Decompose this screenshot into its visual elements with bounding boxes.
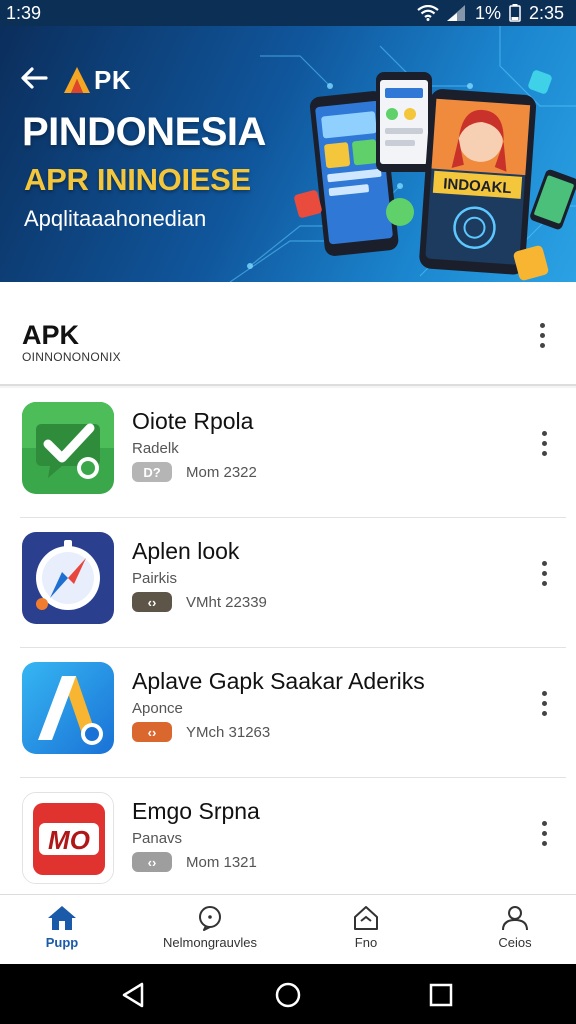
- status-time-right: 2:35: [528, 2, 564, 23]
- nav-tab-ceios[interactable]: Ceios: [450, 905, 576, 961]
- app-more-menu-icon[interactable]: [532, 556, 556, 590]
- app-meta: YMch 31263: [186, 724, 271, 741]
- section-subtitle: OINNONONONIX: [22, 350, 121, 364]
- nav-label: Nelmongrauvles: [163, 935, 257, 950]
- app-list-item[interactable]: Oiote Rpola Radelk D? Mom 2322: [0, 388, 576, 518]
- app-more-menu-icon[interactable]: [532, 686, 556, 720]
- compass-icon: [22, 532, 114, 624]
- app-list: Oiote Rpola Radelk D? Mom 2322 Aplen loo…: [0, 388, 576, 894]
- signal-icon: [446, 5, 465, 21]
- app-meta: Mom 2322: [186, 464, 257, 481]
- app-name: Aplave Gapk Saakar Aderiks: [132, 668, 425, 694]
- check-chat-icon: [22, 402, 114, 494]
- banner-title: PINDONESIA: [22, 110, 266, 154]
- svg-text:MO: MO: [48, 825, 90, 855]
- app-more-menu-icon[interactable]: [532, 816, 556, 850]
- section-header: APK OINNONONONIX: [0, 282, 576, 386]
- app-developer: Pairkis: [132, 570, 178, 587]
- nav-tab-pupp[interactable]: Pupp: [0, 905, 127, 961]
- app-name: Aplen look: [132, 538, 240, 564]
- system-home-icon[interactable]: [273, 980, 303, 1010]
- app-name: Oiote Rpola: [132, 408, 254, 434]
- app-list-item[interactable]: MO Emgo Srpna Panavs ‹› Mom 1321: [0, 778, 576, 908]
- nav-label: Fno: [354, 935, 378, 950]
- phones-illustration: INDOAKL: [294, 70, 576, 281]
- bottom-navigation: Pupp Nelmongrauvles Fno Ceios: [0, 894, 576, 964]
- app-developer: Panavs: [132, 830, 183, 847]
- battery-icon: [509, 4, 521, 22]
- app-name: Emgo Srpna: [132, 798, 260, 824]
- app-developer: Aponce: [132, 700, 183, 717]
- app-badge: ‹›: [132, 592, 172, 612]
- status-indicators: 1% 2:35: [417, 3, 564, 24]
- app-developer: Radelk: [132, 440, 179, 457]
- app-meta: Mom 1321: [186, 854, 257, 871]
- nav-tab-messages[interactable]: Nelmongrauvles: [145, 905, 275, 961]
- wifi-icon: [417, 5, 439, 21]
- brand-logo: PK: [62, 64, 131, 96]
- nav-tab-fno[interactable]: Fno: [301, 905, 431, 961]
- letter-a-icon: [22, 662, 114, 754]
- logo-a-icon: [64, 67, 90, 93]
- app-meta: VMht 22339: [186, 594, 267, 611]
- logo-text: PK: [94, 64, 132, 95]
- app-badge: ‹›: [132, 722, 172, 742]
- nav-label: Ceios: [498, 935, 532, 950]
- section-title: APK: [22, 320, 80, 350]
- banner-subtitle: APR ININOIESE: [24, 162, 251, 197]
- battery-percent: 1%: [474, 2, 501, 23]
- app-badge: ‹›: [132, 852, 172, 872]
- back-arrow-icon[interactable]: [18, 62, 50, 94]
- nav-label: Pupp: [45, 935, 79, 950]
- house-outline-icon: [354, 906, 378, 930]
- person-icon: [502, 906, 528, 931]
- home-icon: [48, 906, 76, 930]
- status-bar: 1:39 1% 2:35: [0, 0, 576, 26]
- app-list-item[interactable]: Aplave Gapk Saakar Aderiks Aponce ‹› YMc…: [0, 648, 576, 778]
- system-navigation-bar: [0, 964, 576, 1024]
- status-time-left: 1:39: [6, 2, 42, 23]
- app-more-menu-icon[interactable]: [532, 426, 556, 460]
- banner-caption: Apqlitaaahonedian: [24, 206, 207, 231]
- section-more-menu-icon[interactable]: [530, 318, 554, 352]
- app-badge: D?: [132, 462, 172, 482]
- app-screen: 1:39 1% 2:35 PK PINDONESIA APR ININOIESE…: [0, 0, 576, 1024]
- mo-logo-icon: MO: [22, 792, 114, 884]
- chat-bubble-icon: [199, 906, 221, 931]
- hero-banner: PK PINDONESIA APR ININOIESE Apqlitaaahon…: [0, 26, 576, 282]
- system-recents-icon[interactable]: [426, 980, 456, 1010]
- system-back-icon[interactable]: [118, 980, 148, 1010]
- app-list-item[interactable]: Aplen look Pairkis ‹› VMht 22339: [0, 518, 576, 648]
